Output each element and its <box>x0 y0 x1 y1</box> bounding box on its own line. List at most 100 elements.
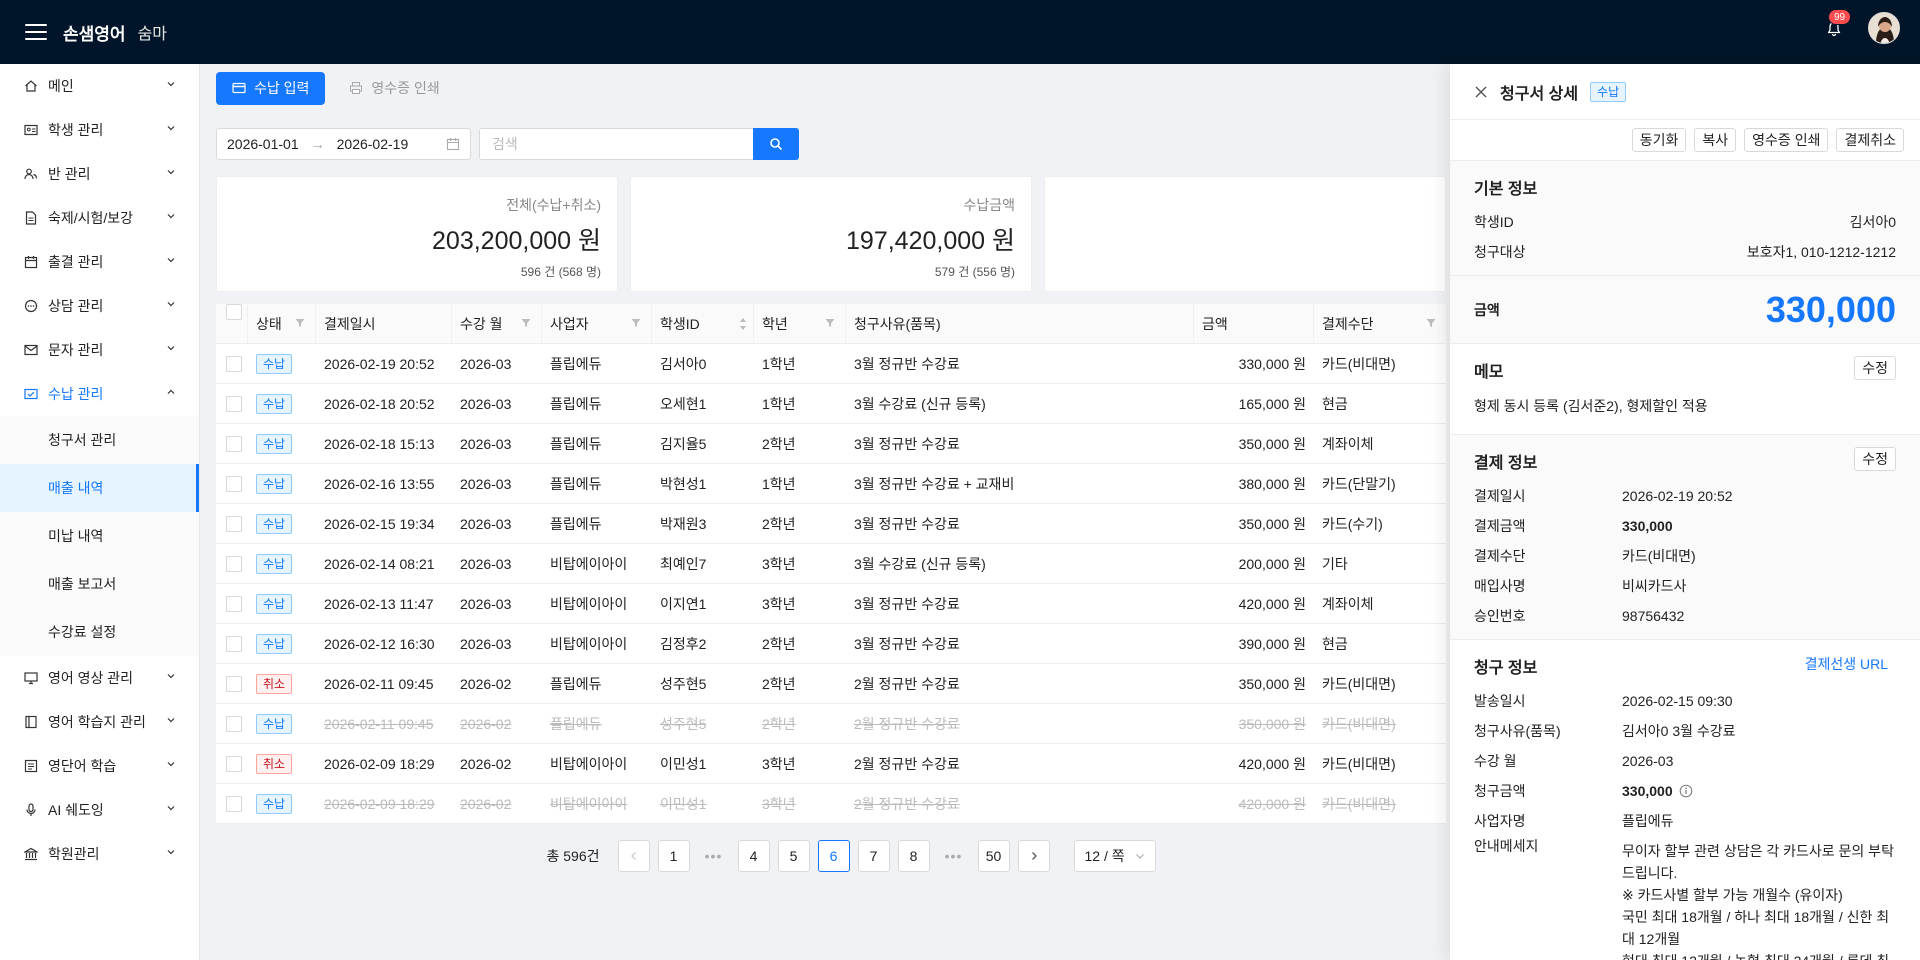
prev-page-button[interactable] <box>617 840 650 872</box>
filter-icon[interactable] <box>825 318 835 328</box>
cancel-payment-button[interactable]: 결제취소 <box>1836 128 1904 152</box>
memo-edit-button[interactable]: 수정 <box>1854 356 1896 380</box>
avatar[interactable] <box>1868 12 1900 44</box>
cell-pay: 현금 <box>1322 635 1348 652</box>
table-row[interactable]: 취소 2026-02-11 09:45 2026-02 플립에듀 성주현5 2학년 2월 정… <box>216 664 1446 704</box>
sidebar-item-consult[interactable]: 상담 관리 <box>0 284 199 328</box>
field-row: 결제금액 330,000 <box>1474 511 1896 541</box>
notification-button[interactable]: 99 <box>1826 9 1852 38</box>
row-checkbox[interactable] <box>226 755 242 772</box>
search-input[interactable] <box>479 128 753 160</box>
filter-icon[interactable] <box>295 318 305 328</box>
cell-grade: 1학년 <box>762 475 796 492</box>
sidebar-item-video[interactable]: 영어 영상 관리 <box>0 656 199 700</box>
page-button-current[interactable]: 6 <box>817 840 850 872</box>
filter-icon[interactable] <box>1426 318 1436 328</box>
basic-info-section: 기본 정보 학생ID 김서아0 청구대상 보호자1, 010-1212-1212 <box>1450 160 1920 276</box>
header-pay-method: 결제수단 <box>1322 315 1374 332</box>
menu-toggle-icon[interactable] <box>25 24 47 40</box>
sidebar-item-classes[interactable]: 반 관리 <box>0 152 199 196</box>
search-button[interactable] <box>753 128 799 160</box>
page-size-select[interactable]: 12 / 쪽 <box>1073 840 1156 872</box>
date-from[interactable]: 2026-01-01 <box>227 136 299 152</box>
row-checkbox[interactable] <box>226 635 242 652</box>
copy-button[interactable]: 복사 <box>1694 128 1737 152</box>
row-checkbox[interactable] <box>226 715 242 732</box>
payment-url-link[interactable]: 결제선생 URL <box>1805 654 1888 674</box>
sidebar-item-worksheet[interactable]: 영어 학습지 관리 <box>0 700 199 744</box>
page-button[interactable]: 50 <box>977 840 1010 872</box>
row-checkbox[interactable] <box>226 595 242 612</box>
jump-next-pages[interactable]: ••• <box>938 848 970 864</box>
cell-amount: 350,000 원 <box>1238 515 1306 532</box>
row-checkbox[interactable] <box>226 475 242 492</box>
sidebar-item-students[interactable]: 학생 관리 <box>0 108 199 152</box>
table-row[interactable]: 수납 2026-02-09 18:29 2026-02 비탑에이아이 이민성1 3학년 2월… <box>216 784 1446 824</box>
row-checkbox[interactable] <box>226 355 242 372</box>
row-checkbox[interactable] <box>226 395 242 412</box>
table-row[interactable]: 수납 2026-02-16 13:55 2026-03 플립에듀 박현성1 1학년 3월 정… <box>216 464 1446 504</box>
date-range-picker[interactable]: 2026-01-01 → 2026-02-19 <box>216 128 471 160</box>
sidebar-item-sms[interactable]: 문자 관리 <box>0 328 199 372</box>
sidebar-subitem-report[interactable]: 매출 보고서 <box>0 560 199 608</box>
sidebar-subitem-fee-settings[interactable]: 수강료 설정 <box>0 608 199 656</box>
page-button[interactable]: 4 <box>737 840 770 872</box>
table-row[interactable]: 수납 2026-02-13 11:47 2026-03 비탑에이아이 이지연1 3학년 3월… <box>216 584 1446 624</box>
page-button[interactable]: 1 <box>657 840 690 872</box>
sidebar-item-attendance[interactable]: 출결 관리 <box>0 240 199 284</box>
cell-grade: 1학년 <box>762 355 796 372</box>
row-checkbox[interactable] <box>226 435 242 452</box>
table-row[interactable]: 수납 2026-02-19 20:52 2026-03 플립에듀 김서아0 1학년 3월 정… <box>216 344 1446 384</box>
field-row: 매입사명 비씨카드사 <box>1474 571 1896 601</box>
page-button[interactable]: 5 <box>777 840 810 872</box>
sidebar-subitem-sales[interactable]: 매출 내역 <box>0 464 199 512</box>
sidebar-item-main[interactable]: 메인 <box>0 64 199 108</box>
table-row[interactable]: 취소 2026-02-09 18:29 2026-02 비탑에이아이 이민성1 3학년 2월… <box>216 744 1446 784</box>
status-badge: 수납 <box>256 553 293 574</box>
table-row[interactable]: 수납 2026-02-18 20:52 2026-03 플립에듀 오세현1 1학년 3월 수… <box>216 384 1446 424</box>
print-receipt-button[interactable]: 영수증 인쇄 <box>1744 128 1829 152</box>
payment-edit-button[interactable]: 수정 <box>1854 447 1896 471</box>
sidebar-item-homework[interactable]: 숙제/시험/보강 <box>0 196 199 240</box>
receipt-print-button[interactable]: 영수증 인쇄 <box>349 78 440 98</box>
sidebar-item-ai-shadowing[interactable]: AI 쉐도잉 <box>0 788 199 832</box>
field-value: 330,000 <box>1622 518 1673 534</box>
page-button[interactable]: 8 <box>897 840 930 872</box>
jump-prev-pages[interactable]: ••• <box>698 848 730 864</box>
sync-button[interactable]: 동기화 <box>1631 128 1687 152</box>
filter-icon[interactable] <box>631 318 641 328</box>
field-value: 카드(비대면) <box>1622 548 1696 564</box>
sidebar-subitem-unpaid[interactable]: 미납 내역 <box>0 512 199 560</box>
table-row[interactable]: 수납 2026-02-15 19:34 2026-03 플립에듀 박재원3 2학년 3월 정… <box>216 504 1446 544</box>
table-row[interactable]: 수납 2026-02-12 16:30 2026-03 비탑에이아이 김정후2 2학년 3월… <box>216 624 1446 664</box>
sidebar-item-payment[interactable]: 수납 관리 <box>0 372 199 416</box>
row-checkbox[interactable] <box>226 515 242 532</box>
close-icon[interactable] <box>1474 85 1488 99</box>
field-row: 수강 월 2026-03 <box>1474 746 1896 776</box>
sidebar-item-vocab[interactable]: 영단어 학습 <box>0 744 199 788</box>
row-checkbox[interactable] <box>226 795 242 812</box>
info-icon[interactable] <box>1673 781 1693 801</box>
row-checkbox[interactable] <box>226 675 242 692</box>
cell-biz: 비탑에이아이 <box>550 555 628 572</box>
table-row[interactable]: 수납 2026-02-18 15:13 2026-03 플립에듀 김지율5 2학년 3월 정… <box>216 424 1446 464</box>
row-checkbox[interactable] <box>226 555 242 572</box>
date-to[interactable]: 2026-02-19 <box>337 136 409 152</box>
cell-month: 2026-02 <box>460 675 512 692</box>
sort-icon[interactable] <box>739 317 747 331</box>
sidebar-subitem-invoices[interactable]: 청구서 관리 <box>0 416 199 464</box>
cell-sid: 김지율5 <box>660 435 707 452</box>
cell-pay: 현금 <box>1322 395 1348 412</box>
payment-input-button[interactable]: 수납 입력 <box>216 71 326 105</box>
table-row[interactable]: 수납 2026-02-11 09:45 2026-02 플립에듀 성주현5 2학년 2월 정… <box>216 704 1446 744</box>
filter-icon[interactable] <box>521 318 531 328</box>
field-value: 2026-03 <box>1622 753 1674 769</box>
sidebar-item-academy[interactable]: 학원관리 <box>0 832 199 876</box>
next-page-button[interactable] <box>1017 840 1050 872</box>
table-row[interactable]: 수납 2026-02-14 08:21 2026-03 비탑에이아이 최예인7 3학년 3월… <box>216 544 1446 584</box>
cell-biz: 플립에듀 <box>550 475 602 492</box>
chevron-down-icon <box>167 346 175 351</box>
page-button[interactable]: 7 <box>857 840 890 872</box>
cell-pay: 카드(비대면) <box>1322 355 1396 372</box>
select-all-checkbox[interactable] <box>226 303 242 320</box>
